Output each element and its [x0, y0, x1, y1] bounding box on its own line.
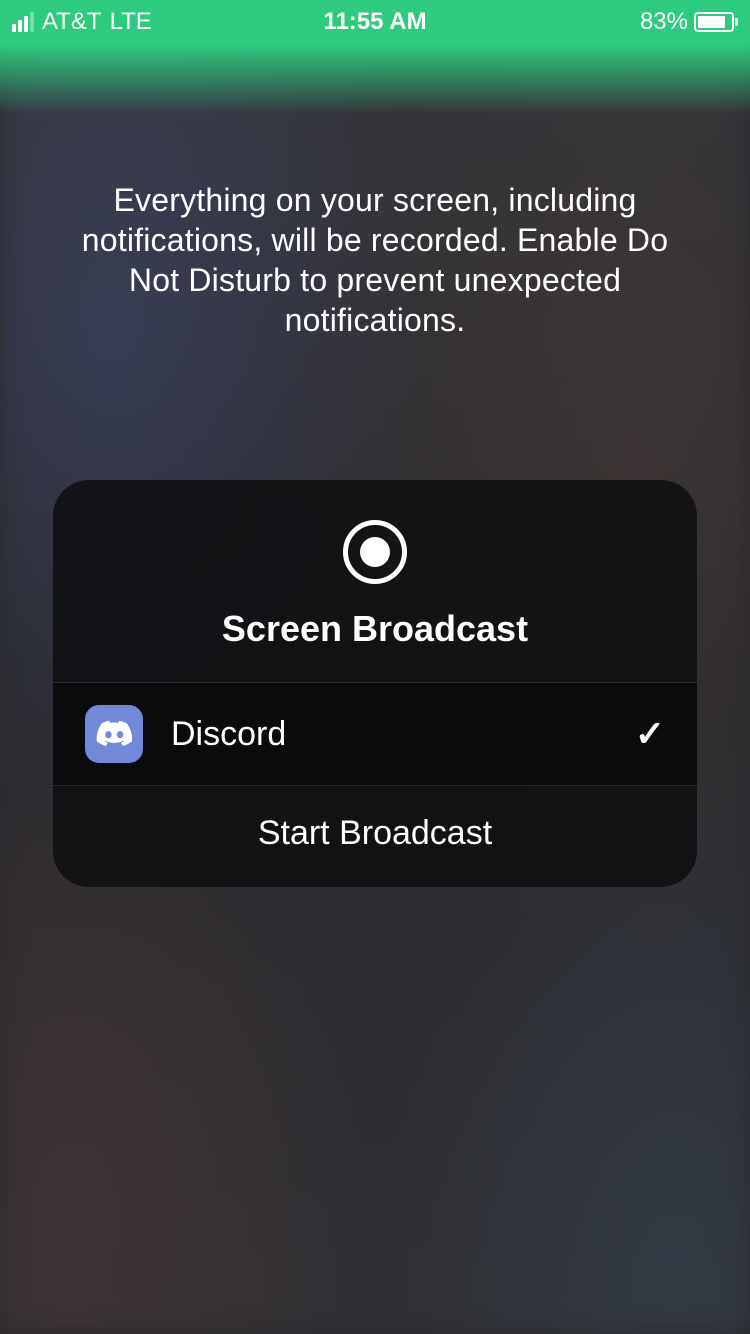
- broadcast-header: Screen Broadcast: [53, 480, 697, 683]
- broadcast-card: Screen Broadcast Discord ✓ Start Broadca…: [53, 480, 697, 887]
- app-option-label: Discord: [171, 715, 607, 754]
- carrier-label: AT&T: [42, 8, 102, 36]
- warning-text: Everything on your screen, including not…: [0, 180, 750, 340]
- signal-icon: [12, 12, 34, 32]
- status-right: 83%: [640, 8, 738, 36]
- battery-percent: 83%: [640, 8, 688, 36]
- record-icon: [343, 520, 407, 584]
- start-broadcast-button[interactable]: Start Broadcast: [53, 786, 697, 887]
- discord-icon: [85, 705, 143, 763]
- broadcast-title: Screen Broadcast: [222, 608, 528, 650]
- main-content: Everything on your screen, including not…: [0, 0, 750, 1334]
- checkmark-icon: ✓: [635, 713, 665, 755]
- status-left: AT&T LTE: [12, 8, 152, 36]
- status-time: 11:55 AM: [323, 8, 426, 36]
- discord-logo-svg: [95, 720, 133, 748]
- status-bar: AT&T LTE 11:55 AM 83%: [0, 0, 750, 44]
- battery-icon: [694, 12, 738, 32]
- network-label: LTE: [110, 8, 152, 36]
- app-option-discord[interactable]: Discord ✓: [53, 683, 697, 786]
- status-bar-fade: [0, 44, 750, 114]
